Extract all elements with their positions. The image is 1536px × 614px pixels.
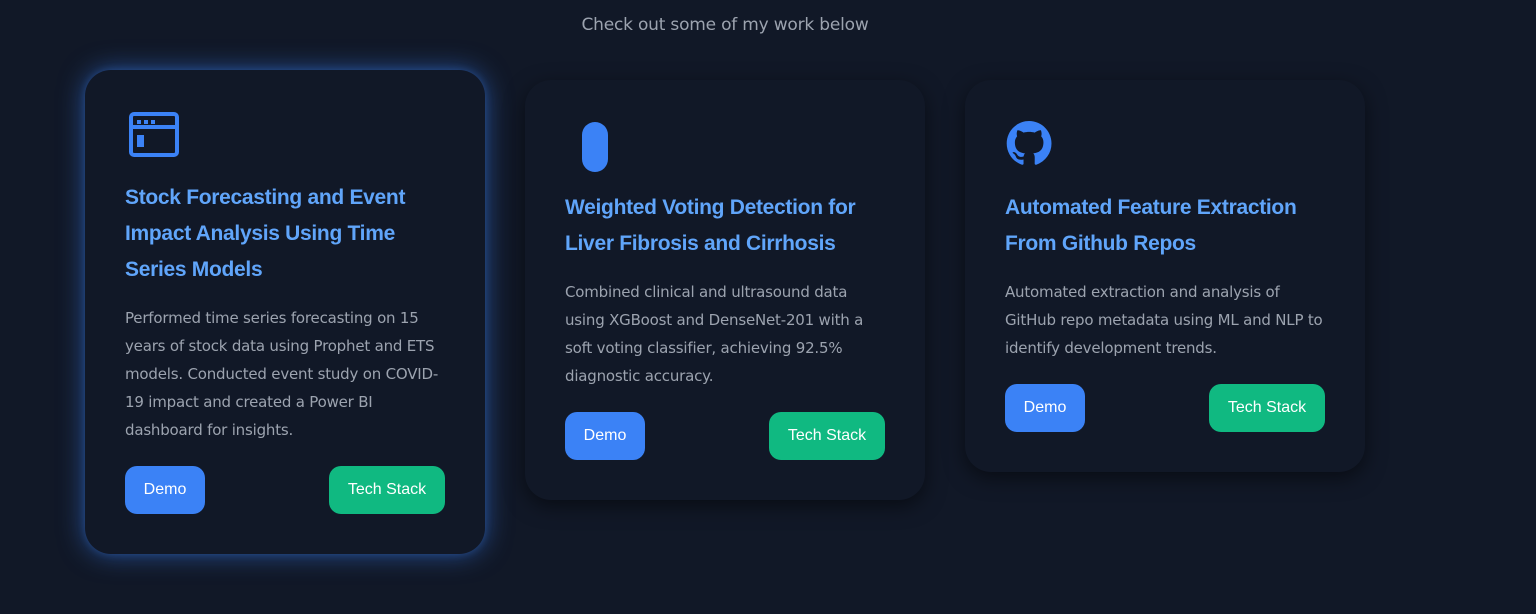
project-title: Stock Forecasting and Event Impact Analy… <box>125 186 406 281</box>
project-description: Combined clinical and ultrasound data us… <box>565 283 864 385</box>
capsule-icon <box>565 120 625 176</box>
tech-stack-button[interactable]: Tech Stack <box>329 466 445 514</box>
project-description: Automated extraction and analysis of Git… <box>1005 283 1323 357</box>
demo-button[interactable]: Demo <box>125 466 205 514</box>
card-actions: Demo Tech Stack <box>1005 384 1325 432</box>
project-title: Weighted Voting Detection for Liver Fibr… <box>565 196 856 255</box>
projects-section: Check out some of my work below Stock Fo… <box>0 0 1536 614</box>
demo-button[interactable]: Demo <box>1005 384 1085 432</box>
project-description: Performed time series forecasting on 15 … <box>125 309 439 439</box>
tech-stack-button[interactable]: Tech Stack <box>769 412 885 460</box>
demo-button[interactable]: Demo <box>565 412 645 460</box>
project-card-github-extraction[interactable]: Automated Feature Extraction From Github… <box>965 80 1365 472</box>
card-actions: Demo Tech Stack <box>565 412 885 460</box>
browser-window-icon <box>125 110 185 166</box>
tech-stack-button[interactable]: Tech Stack <box>1209 384 1325 432</box>
project-card-liver-fibrosis[interactable]: Weighted Voting Detection for Liver Fibr… <box>525 80 925 500</box>
section-intro: Check out some of my work below <box>581 15 869 35</box>
project-title: Automated Feature Extraction From Github… <box>1005 196 1297 255</box>
project-card-stock-forecasting[interactable]: Stock Forecasting and Event Impact Analy… <box>85 70 485 554</box>
github-icon <box>1005 120 1065 176</box>
card-actions: Demo Tech Stack <box>125 466 445 514</box>
